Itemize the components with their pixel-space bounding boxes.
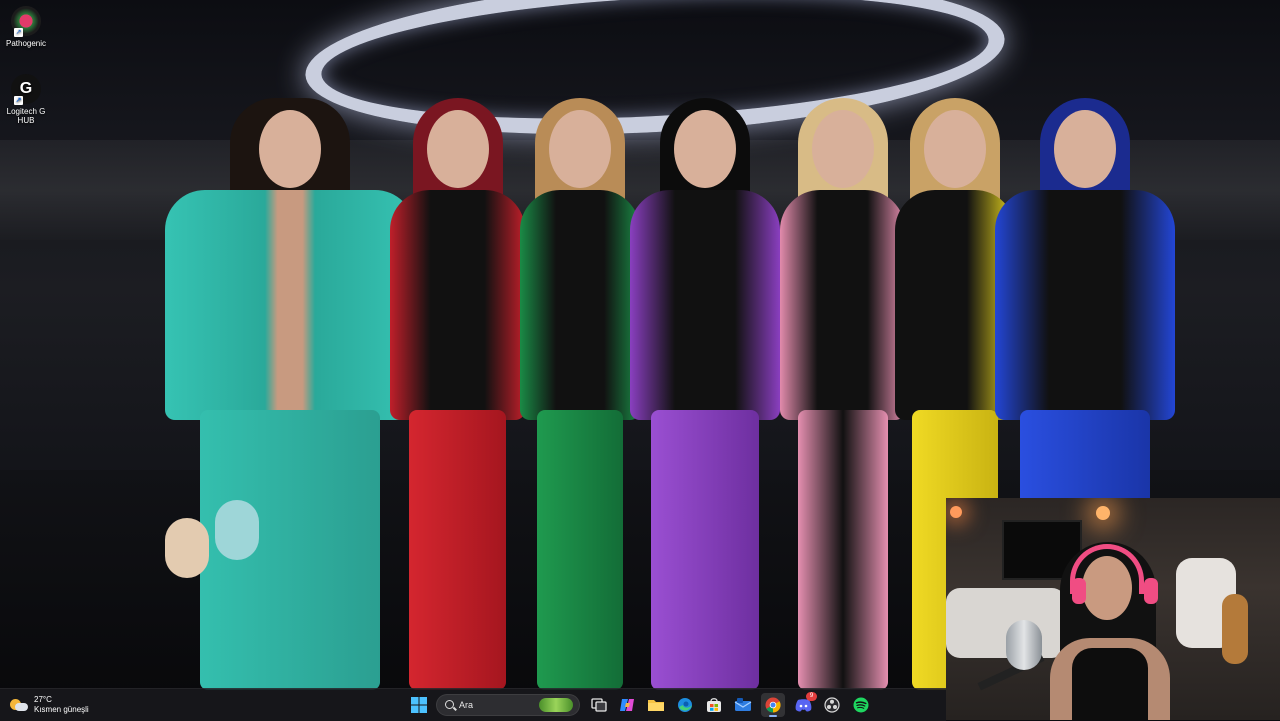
copilot-button[interactable] [615,693,639,717]
partly-sunny-icon [10,698,28,712]
microsoft-store-button[interactable] [702,693,726,717]
wall-lamp [950,506,962,518]
taskbar: 27°C Kısmen güneşli Ara 9 [0,688,946,721]
taskbar-search[interactable] [436,694,580,716]
streamer-top [1072,648,1148,720]
edge-icon [678,698,692,712]
figure-green [520,98,640,690]
search-icon [445,700,454,709]
notification-badge: 9 [806,692,817,701]
figure-teal [165,98,415,690]
weather-widget[interactable]: 27°C Kısmen güneşli [10,694,89,716]
spotify-icon [853,697,869,713]
microphone [1006,620,1042,670]
pathogenic-app-icon: ↗ [11,6,41,37]
weather-temperature: 27°C [34,695,52,704]
figure-red [390,98,525,690]
chrome-icon [765,697,781,713]
folder-icon [648,700,664,711]
store-icon [707,698,721,712]
discord-button[interactable]: 9 [791,692,817,717]
obs-icon [824,697,840,713]
headphone-cup-left [1072,578,1086,604]
desktop-icon-label: Logitech G HUB [6,107,46,125]
desktop-icon-label: Pathogenic [5,39,47,48]
start-button[interactable] [407,693,431,717]
shortcut-arrow-icon: ↗ [14,28,23,37]
desktop-icon-pathogenic[interactable]: ↗ Pathogenic [0,6,52,48]
windows-logo-icon [411,697,427,713]
shortcut-arrow-icon: ↗ [14,96,23,105]
logitech-g-hub-icon: G ↗ [11,74,41,105]
mail-button[interactable] [731,693,755,717]
chrome-button[interactable] [761,693,785,717]
guitar [1222,594,1248,664]
wall-lamp [1096,506,1110,520]
task-view-button[interactable] [587,693,611,717]
halo-light [301,0,1009,151]
desktop-icon-logitech-g-hub[interactable]: G ↗ Logitech G HUB [0,74,52,125]
task-view-icon [591,698,607,712]
obs-button[interactable] [820,693,844,717]
file-explorer-button[interactable] [644,693,668,717]
mail-icon [734,698,752,711]
figure-purple [630,98,780,690]
weather-condition: Kısmen güneşli [34,705,89,714]
teddy-bear-blue [215,500,259,560]
copilot-icon [620,699,634,711]
headphone-cup-right [1144,578,1158,604]
search-input[interactable] [459,698,539,712]
teddy-bear-beige [165,518,209,578]
figure-pink [780,98,905,690]
edge-button[interactable] [673,693,697,717]
search-highlight-icon[interactable] [539,698,573,712]
spotify-button[interactable] [849,693,873,717]
webcam-overlay [946,498,1280,720]
